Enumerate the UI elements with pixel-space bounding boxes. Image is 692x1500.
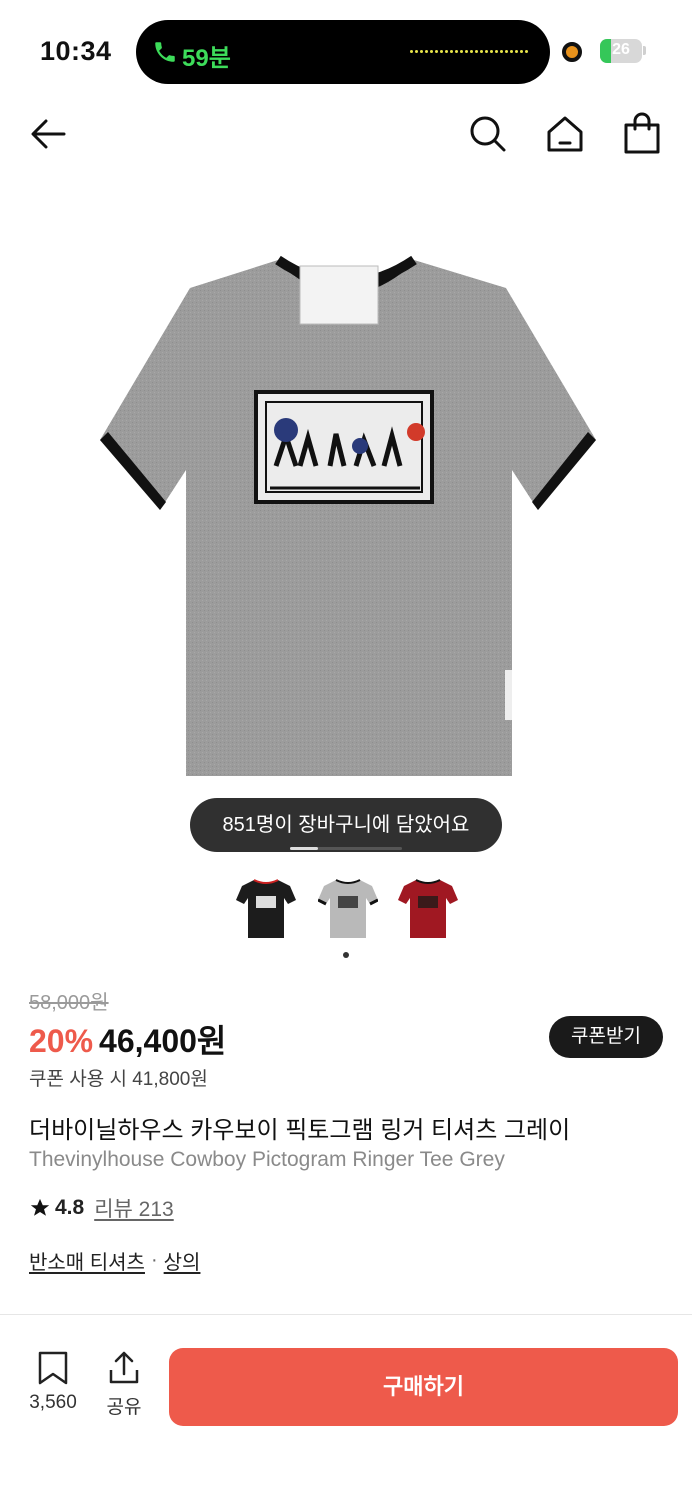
status-bar: 10:34 59분 26 xyxy=(0,0,692,100)
divider xyxy=(0,1314,692,1315)
product-image[interactable] xyxy=(0,170,692,870)
recording-indicator-icon xyxy=(562,42,582,62)
coupon-button[interactable]: 쿠폰받기 xyxy=(549,1016,663,1058)
product-name-english: Thevinylhouse Cowboy Pictogram Ringer Te… xyxy=(29,1148,505,1171)
share-icon xyxy=(109,1351,139,1384)
thumbnail-black[interactable] xyxy=(236,872,296,944)
share-label: 공유 xyxy=(106,1397,142,1418)
gallery-progress-bar xyxy=(290,847,402,850)
back-arrow-icon[interactable] xyxy=(26,112,70,156)
rating-value: 4.8 xyxy=(55,1196,85,1219)
battery-level: 26 xyxy=(612,41,630,58)
discount-rate: 20% xyxy=(29,1023,94,1059)
color-thumbnails xyxy=(232,872,462,944)
bottom-action-bar: 3,560 공유 구매하기 xyxy=(0,1330,692,1500)
top-nav xyxy=(0,100,692,170)
thumbnail-red[interactable] xyxy=(398,872,458,944)
status-time: 10:34 xyxy=(40,36,112,66)
thumbnail-gray[interactable] xyxy=(318,872,378,944)
dynamic-island-call[interactable]: 59분 xyxy=(136,20,550,84)
coupon-price: 쿠폰 사용 시 41,800원 xyxy=(29,1069,208,1090)
buy-button[interactable]: 구매하기 xyxy=(169,1348,678,1426)
search-icon[interactable] xyxy=(466,112,510,156)
share-button[interactable]: 공유 xyxy=(100,1350,148,1419)
rating-row: 4.8 리뷰 213 xyxy=(29,1194,174,1222)
pager-dot xyxy=(343,952,349,958)
star-icon xyxy=(30,1198,50,1216)
battery-cap xyxy=(643,46,646,55)
bookmark-icon xyxy=(38,1351,68,1385)
category-link-tops[interactable]: 상의 xyxy=(164,1246,201,1275)
phone-icon xyxy=(155,42,175,62)
original-price: 58,000원 xyxy=(29,992,109,1014)
review-link[interactable]: 리뷰 213 xyxy=(94,1193,174,1223)
home-icon[interactable] xyxy=(543,112,587,156)
category-link-short-sleeve[interactable]: 반소매 티셔츠 xyxy=(29,1246,145,1275)
category-separator: · xyxy=(150,1249,158,1271)
category-breadcrumb: 반소매 티셔츠 · 상의 xyxy=(29,1246,200,1275)
price-row: 20% 46,400원 xyxy=(29,1016,226,1059)
bookmark-button[interactable]: 3,560 xyxy=(22,1350,84,1414)
battery-icon: 26 xyxy=(600,39,642,63)
shopping-bag-icon[interactable] xyxy=(620,112,664,156)
product-name-korean: 더바이닐하우스 카우보이 픽토그램 링거 티셔츠 그레이 xyxy=(29,1117,571,1144)
call-duration: 59분 xyxy=(182,45,231,72)
audio-waveform-icon xyxy=(410,50,528,53)
bookmark-count: 3,560 xyxy=(29,1392,77,1413)
sale-price: 46,400원 xyxy=(99,1023,227,1059)
cart-count-toast: 851명이 장바구니에 담았어요 xyxy=(190,798,502,852)
